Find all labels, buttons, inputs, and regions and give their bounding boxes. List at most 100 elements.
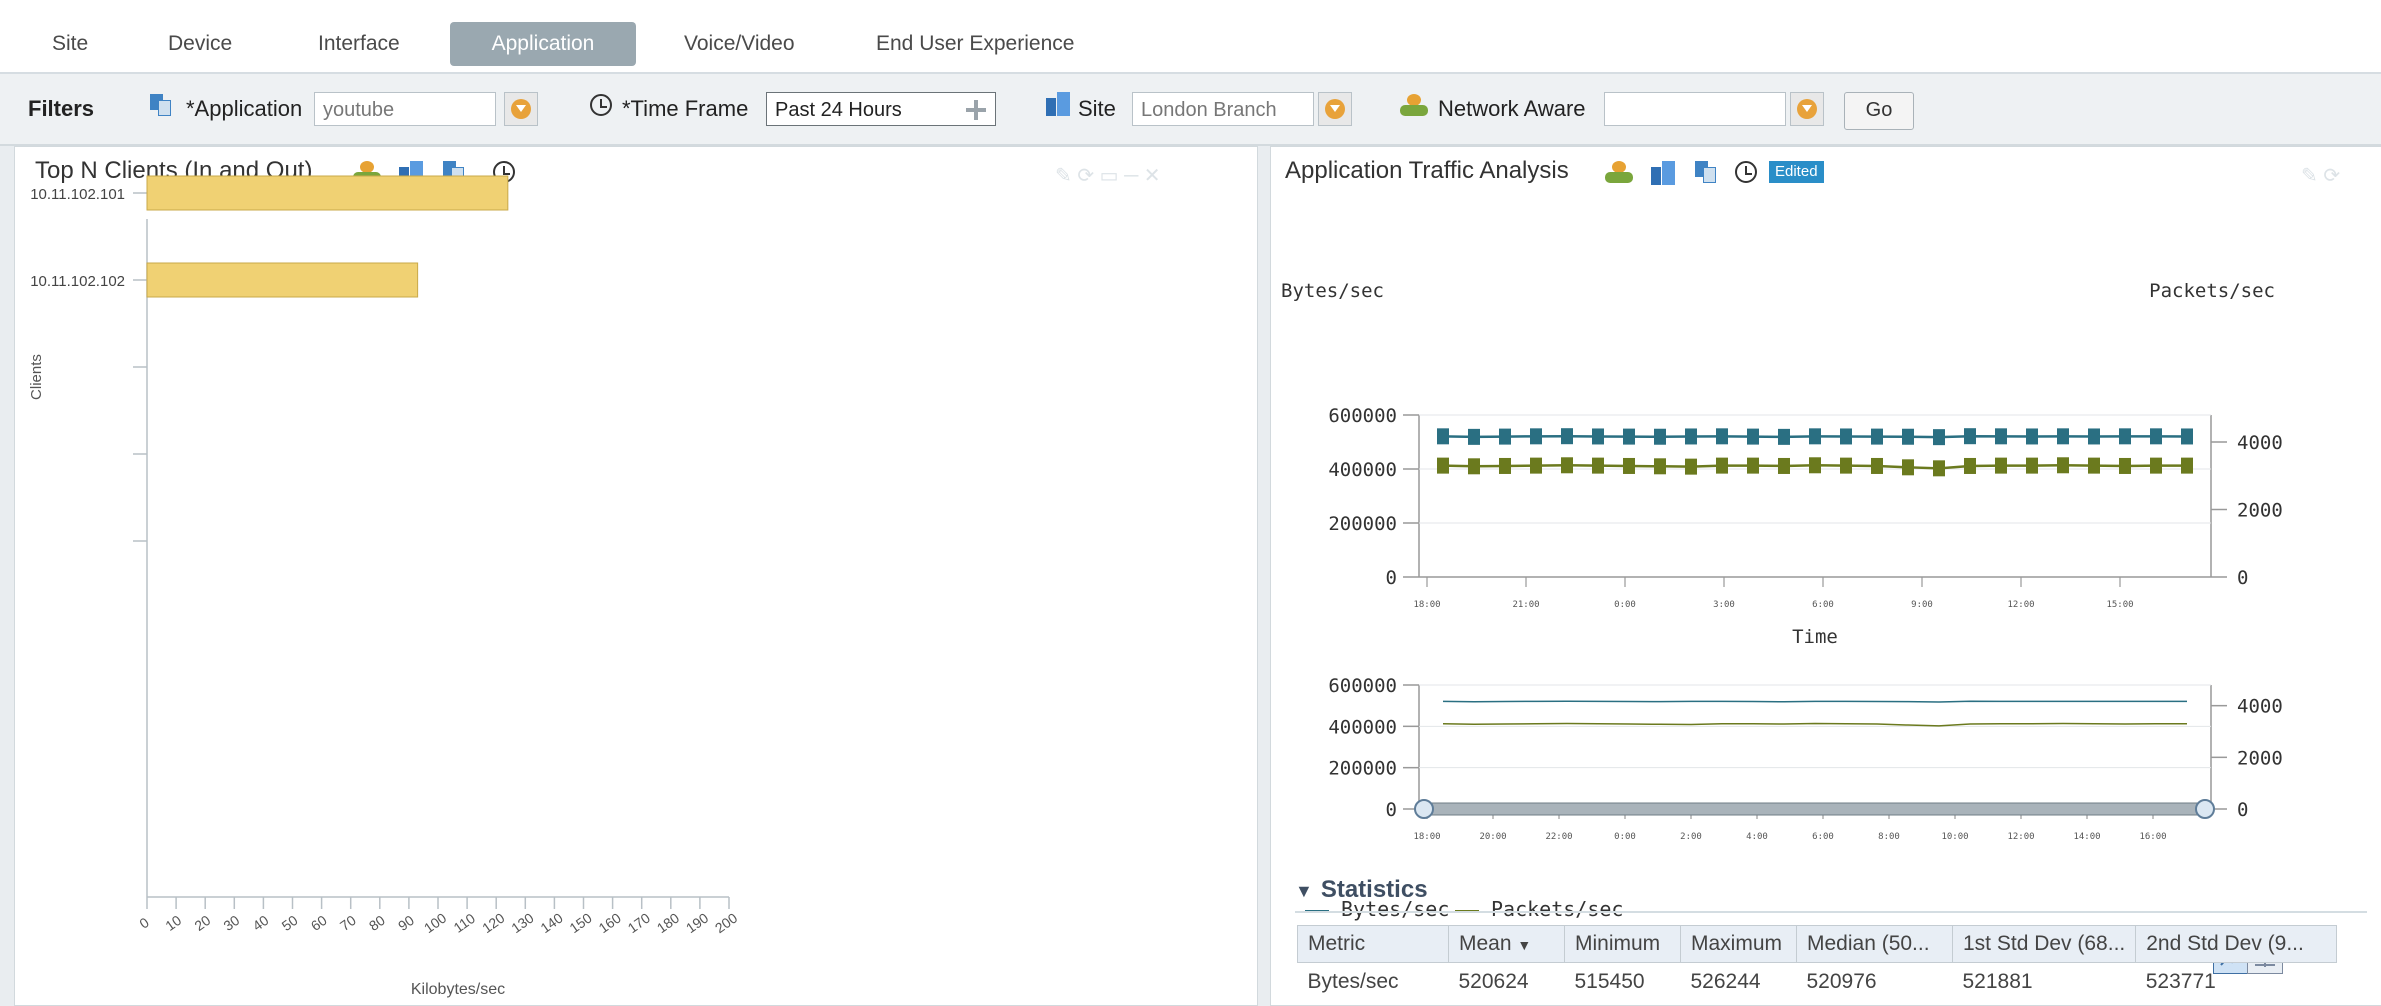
data-point — [2057, 428, 2069, 445]
data-point — [1654, 458, 1666, 475]
x-tick-label: 15:00 — [2106, 600, 2133, 610]
data-point — [1716, 457, 1728, 474]
x-tick-label: 100 — [421, 910, 449, 937]
site-filter-input[interactable]: London Branch — [1132, 92, 1314, 126]
data-point — [1530, 457, 1542, 474]
x-tick-label: 18:00 — [1413, 600, 1440, 610]
x-tick-label: 180 — [654, 910, 682, 937]
left-y-tick-label: 600000 — [1328, 675, 1397, 697]
col-mean-label: Mean — [1459, 932, 1512, 955]
col-minimum[interactable]: Minimum — [1564, 925, 1681, 963]
chevron-down-icon — [511, 99, 531, 119]
network-aware-filter-input[interactable] — [1604, 92, 1786, 126]
data-point — [2026, 428, 2038, 445]
time-frame-picker-icon[interactable] — [966, 100, 986, 120]
right-y-tick-label: 2000 — [2237, 500, 2283, 522]
data-point — [2057, 457, 2069, 474]
application-dropdown-button[interactable] — [504, 92, 538, 126]
application-filter-input[interactable]: youtube — [314, 92, 496, 126]
col-maximum[interactable]: Maximum — [1680, 925, 1797, 963]
data-point — [1902, 428, 1914, 445]
x-axis-title: Time — [1792, 626, 1838, 648]
go-button[interactable]: Go — [1844, 92, 1914, 130]
tab-application[interactable]: Application — [450, 22, 636, 66]
data-point — [1933, 429, 1945, 446]
data-point — [1623, 457, 1635, 474]
data-point — [2119, 428, 2131, 445]
left-y-tick-label: 0 — [1386, 799, 1397, 821]
data-point — [2088, 457, 2100, 474]
x-tick-label: 0 — [136, 914, 152, 932]
top-tab-bar: Site Device Interface Application Voice/… — [0, 0, 2381, 74]
data-point — [1778, 457, 1790, 474]
x-tick-label: 10 — [162, 912, 184, 934]
bar — [146, 262, 419, 298]
data-point — [2026, 457, 2038, 474]
range-slider-track — [1418, 802, 2212, 816]
collapse-triangle-icon: ▼ — [1295, 881, 1313, 901]
tab-end-user-experience[interactable]: End User Experience — [858, 22, 1092, 66]
network-aware-icon — [1400, 94, 1428, 116]
right-y-tick-label: 0 — [2237, 567, 2248, 589]
x-tick-label: 50 — [279, 912, 301, 934]
time-frame-filter-input[interactable]: Past 24 Hours — [766, 92, 996, 126]
filter-bar: Filters *Application youtube *Time Frame… — [0, 74, 2381, 146]
y-axis-title: Clients — [28, 354, 45, 400]
statistics-title: Statistics — [1320, 876, 1428, 903]
col-2nd-std-dev[interactable]: 2nd Std Dev (9... — [2135, 925, 2338, 963]
right-y-tick-label: 2000 — [2237, 747, 2283, 769]
x-tick-label: 20:00 — [1479, 832, 1506, 842]
x-tick-label: 0:00 — [1614, 600, 1636, 610]
data-point — [2088, 428, 2100, 445]
col-metric[interactable]: Metric — [1297, 925, 1449, 963]
data-point — [1933, 460, 1945, 477]
y-tick-label: 10.11.102.102 — [30, 273, 125, 290]
statistics-header-row: Metric Mean ▼ Minimum Maximum Median (50… — [1297, 925, 2338, 963]
right-y-tick-label: 4000 — [2237, 696, 2283, 718]
tab-site[interactable]: Site — [34, 22, 106, 66]
x-tick-label: 130 — [508, 910, 536, 937]
x-tick-label: 190 — [683, 910, 711, 937]
x-tick-label: 6:00 — [1812, 832, 1834, 842]
data-point — [1654, 428, 1666, 445]
x-tick-label: 21:00 — [1512, 600, 1539, 610]
data-point — [1468, 458, 1480, 475]
left-y-tick-label: 600000 — [1328, 405, 1397, 427]
network-aware-dropdown-button[interactable] — [1790, 92, 1824, 126]
chevron-down-icon — [1325, 99, 1345, 119]
x-tick-label: 6:00 — [1812, 600, 1834, 610]
x-tick-label: 170 — [625, 910, 653, 937]
data-point — [1685, 458, 1697, 475]
data-point — [1747, 428, 1759, 445]
data-point — [1871, 428, 1883, 445]
data-point — [1840, 428, 1852, 445]
site-dropdown-button[interactable] — [1318, 92, 1352, 126]
chevron-down-icon — [1797, 99, 1817, 119]
data-point — [1592, 457, 1604, 474]
bar — [146, 175, 509, 211]
traffic-line-chart: Bytes/sec Packets/sec02000004000006000000… — [1281, 280, 2283, 842]
data-point — [1809, 457, 1821, 474]
x-tick-label: 12:00 — [2007, 832, 2034, 842]
data-point — [1778, 428, 1790, 445]
table-cell: 515450 — [1574, 970, 1645, 993]
left-y-tick-label: 400000 — [1328, 716, 1397, 738]
tab-device[interactable]: Device — [150, 22, 250, 66]
col-median[interactable]: Median (50... — [1796, 925, 1953, 963]
data-point — [2119, 457, 2131, 474]
table-cell: Bytes/sec — [1307, 970, 1399, 993]
site-icon — [1046, 92, 1070, 116]
statistics-header[interactable]: ▼ Statistics — [1295, 869, 2367, 913]
range-slider-left-handle — [1414, 799, 1434, 819]
right-axis-title: Packets/sec — [2149, 280, 2275, 302]
data-point — [2181, 428, 2193, 445]
tab-interface[interactable]: Interface — [300, 22, 418, 66]
data-point — [1437, 457, 1449, 474]
col-mean[interactable]: Mean ▼ — [1448, 925, 1565, 963]
x-tick-label: 2:00 — [1680, 832, 1702, 842]
tab-voice-video[interactable]: Voice/Video — [666, 22, 813, 66]
col-1st-std-dev[interactable]: 1st Std Dev (68... — [1951, 925, 2137, 963]
table-row[interactable]: Bytes/sec 520624 515450 526244 520976 52… — [1298, 963, 2337, 1002]
x-tick-label: 9:00 — [1911, 600, 1933, 610]
data-point — [1747, 457, 1759, 474]
